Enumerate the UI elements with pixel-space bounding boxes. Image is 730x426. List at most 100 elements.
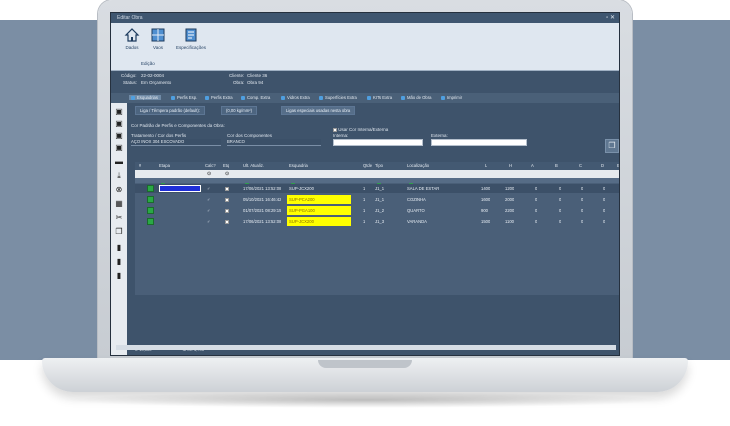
col-a[interactable]: A: [531, 162, 534, 170]
row-qtde: 1: [363, 208, 366, 213]
grid-icon[interactable]: ▦: [114, 199, 124, 208]
interna-input[interactable]: [333, 139, 423, 146]
doc2-icon[interactable]: ▮: [114, 257, 124, 266]
window-title: Editar Obra: [117, 15, 143, 21]
tab-comp-extra[interactable]: Comp. Extra: [241, 95, 270, 100]
etq-check[interactable]: [225, 184, 229, 193]
row-b: 0: [559, 197, 562, 202]
col-localizacao[interactable]: Localização: [407, 162, 429, 170]
ribbon-group-label: Edição: [141, 61, 155, 66]
copy-colors-button[interactable]: ❐: [605, 139, 619, 153]
usar-cor-checkbox[interactable]: Usar Cor Interna/Externa: [333, 127, 388, 132]
table-row[interactable]: ♂ 01/07/2021 08:29:15 SUP-PGA100 1 J1_2 …: [135, 206, 619, 215]
tab-esquadrias[interactable]: Esquadrias: [129, 95, 161, 100]
table-row[interactable]: ♂ 17/06/2021 13:52:08 SUP-JCX200 1 J1_1 …: [135, 184, 619, 193]
obra-value: Obra 94: [247, 80, 264, 85]
tab-perfis-extra[interactable]: Perfis Extra: [205, 95, 233, 100]
row-esquadria: SUP-PCA200: [287, 195, 351, 204]
row-d: 0: [603, 208, 606, 213]
tab-perfis-esp[interactable]: Perfis Esp.: [171, 95, 197, 100]
calc-icon[interactable]: ♂: [207, 206, 210, 215]
col-num[interactable]: #: [139, 162, 141, 170]
col-h[interactable]: H: [509, 162, 512, 170]
grid-separator: [135, 178, 619, 183]
record-navigator[interactable]: [116, 345, 616, 350]
col-l[interactable]: L: [485, 162, 487, 170]
col-qtde[interactable]: Qtde: [363, 162, 372, 170]
tab-superficies-extra[interactable]: Superfícies Extra: [319, 95, 357, 100]
row-l: 1400: [481, 186, 491, 191]
tab-imprimir[interactable]: Imprimir: [441, 95, 462, 100]
row-l: 900: [481, 208, 488, 213]
copy-icon[interactable]: ❐: [114, 227, 124, 236]
peso-button[interactable]: (0,00 kg/mm²): [221, 106, 258, 115]
row-c: 0: [581, 197, 584, 202]
codigo-value: 22-02-0004: [141, 73, 165, 78]
lock-icon[interactable]: ▣: [114, 119, 124, 128]
codigo-label: Código:: [121, 73, 137, 78]
col-ult-atualiz[interactable]: Ult. Atualiz.: [243, 162, 264, 170]
col-tipo[interactable]: Tipo: [375, 162, 383, 170]
row-date: 17/06/2021 13:52:08: [243, 186, 282, 191]
col-d[interactable]: D: [601, 162, 604, 170]
scissors-icon[interactable]: ✂: [114, 213, 124, 222]
tab-vidros-extra[interactable]: Vidros Extra: [281, 95, 310, 100]
componentes-select[interactable]: BRANCO: [227, 139, 321, 146]
etq-check[interactable]: [225, 217, 229, 226]
folder-icon[interactable]: ▬: [114, 157, 124, 166]
row-local: VARANDA: [407, 219, 427, 224]
externa-input[interactable]: [431, 139, 527, 146]
calc-icon[interactable]: ♂: [207, 184, 210, 193]
row-local: SALA DE ESTAR: [407, 186, 440, 191]
usar-cor-label: Usar Cor Interna/Externa: [338, 127, 389, 132]
tab-bar: Esquadrias Perfis Esp. Perfis Extra Comp…: [111, 93, 619, 103]
left-toolbar: ▣ ▣ ▣ ▣ ▬ ⤓ ⊗ ▦ ✂ ❐ ▮ ▮ ▮: [111, 103, 127, 355]
row-a: 0: [535, 186, 538, 191]
col-calc[interactable]: Calc?: [205, 162, 216, 170]
window-controls[interactable]: ▫ ✕: [606, 13, 615, 23]
row-date: 01/07/2021 08:29:15: [243, 208, 282, 213]
row-local: COZINHA: [407, 197, 426, 202]
lock3-icon[interactable]: ▣: [114, 143, 124, 152]
usar-cor-check[interactable]: [333, 127, 337, 132]
col-etq[interactable]: Etq: [223, 162, 229, 170]
tab-kits-extra[interactable]: KITs Extra: [367, 95, 392, 100]
lock2-icon[interactable]: ▣: [114, 131, 124, 140]
especificacoes-button[interactable]: Especificações: [171, 27, 211, 50]
doc-icon[interactable]: ▮: [114, 243, 124, 252]
ligas-especiais-button[interactable]: Ligas especiais usadas nesta obra: [281, 106, 356, 115]
col-e[interactable]: E: [617, 162, 619, 170]
row-d: 0: [603, 197, 606, 202]
download-icon[interactable]: ⤓: [114, 171, 124, 180]
etq-check[interactable]: [225, 195, 229, 204]
row-status-icon: [147, 195, 154, 204]
etapa-editor[interactable]: [159, 185, 201, 192]
tratamento-select[interactable]: AÇO INOX 304 ESCOVADO: [131, 139, 221, 146]
row-esquadria: SUP-JCX200: [289, 186, 314, 191]
vaos-button[interactable]: Vaos: [143, 27, 173, 50]
filter-calc-icon[interactable]: ⊙: [207, 171, 211, 177]
row-a: 0: [535, 219, 538, 224]
laptop-shadow: [60, 392, 670, 408]
col-c[interactable]: C: [579, 162, 582, 170]
filter-row[interactable]: ⊙ ⊙: [135, 170, 619, 185]
tab-mao-de-obra[interactable]: Mão de Obra: [401, 95, 431, 100]
row-date: 05/10/2021 16:46:42: [243, 197, 282, 202]
vaos-label: Vaos: [153, 45, 163, 50]
doc3-icon[interactable]: ▮: [114, 271, 124, 280]
table-row[interactable]: ♂ 05/10/2021 16:46:42 SUP-PCA200 1 J1_1 …: [135, 195, 619, 204]
row-local: QUARTO: [407, 208, 425, 213]
calc-icon[interactable]: ♂: [207, 217, 210, 226]
col-b[interactable]: B: [555, 162, 558, 170]
save-icon[interactable]: ▣: [114, 107, 124, 116]
tratamento-label: Tratamento / Cor dos Perfis: [131, 133, 187, 138]
etq-check[interactable]: [225, 206, 229, 215]
cancel-icon[interactable]: ⊗: [114, 185, 124, 194]
row-qtde: 1: [363, 186, 366, 191]
col-esquadria[interactable]: Esquadria: [289, 162, 308, 170]
table-row[interactable]: ♂ 17/06/2021 13:52:08 SUP-JCX200 1 J1_3 …: [135, 217, 619, 226]
filter-etq-icon[interactable]: ⊙: [225, 171, 229, 177]
liga-button[interactable]: Liga / Têmpera padrão (default):: [135, 106, 205, 115]
col-etapa[interactable]: Etapa: [159, 162, 170, 170]
calc-icon[interactable]: ♂: [207, 195, 210, 204]
